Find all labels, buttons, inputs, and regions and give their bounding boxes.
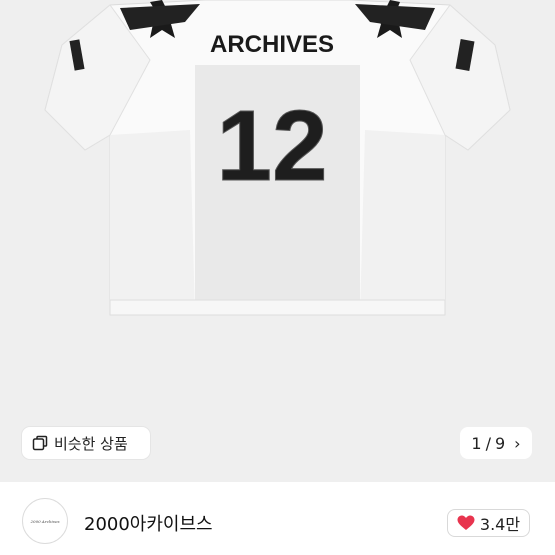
like-button[interactable]: 3.4만: [447, 509, 530, 537]
product-image-gallery[interactable]: ARCHIVES 12 비슷한 상품 1 / 9 ›: [0, 0, 555, 482]
counter-current: 1: [471, 433, 482, 453]
counter-total: 9: [494, 433, 506, 453]
counter-separator: /: [485, 433, 491, 453]
jersey-chest-text: ARCHIVES: [210, 31, 334, 58]
heart-icon: [457, 515, 475, 530]
like-count: 3.4만: [479, 515, 521, 534]
jersey-number: 12: [216, 90, 327, 202]
chevron-right-icon: ›: [514, 433, 521, 453]
seller-avatar[interactable]: 2000 Archives: [22, 498, 68, 544]
seller-name[interactable]: 2000아카이브스: [84, 510, 213, 536]
image-counter[interactable]: 1 / 9 ›: [460, 427, 532, 459]
similar-items-label: 비슷한 상품: [54, 434, 128, 453]
copy-icon: [32, 435, 48, 451]
avatar-text: 2000 Archives: [30, 518, 60, 524]
similar-items-button[interactable]: 비슷한 상품: [22, 427, 150, 459]
product-photo: ARCHIVES 12: [44, 0, 511, 316]
